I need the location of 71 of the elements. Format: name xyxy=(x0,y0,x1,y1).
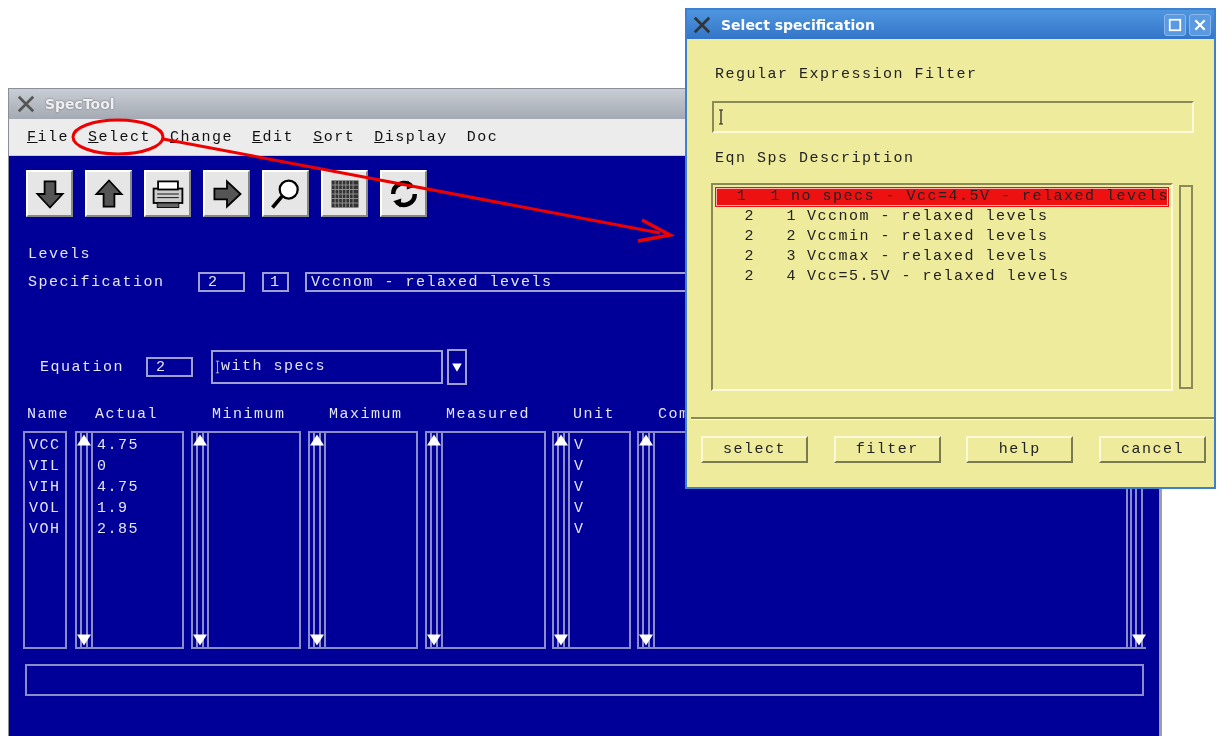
table-cell: 4.75 xyxy=(97,437,139,454)
table-cell: VOH xyxy=(29,521,61,538)
maximize-button[interactable] xyxy=(1164,13,1186,36)
menu-item[interactable]: File xyxy=(27,128,70,146)
table-cell: V xyxy=(574,479,585,496)
table-cell: 0 xyxy=(97,458,108,475)
menu-item[interactable]: Sort xyxy=(313,128,356,146)
scrollbar[interactable] xyxy=(193,433,209,647)
list-row[interactable]: 2 1 Vccnom - relaxed levels xyxy=(715,207,1169,227)
list-row[interactable]: 1 1 no specs - Vcc=4.5V - relaxed levels xyxy=(715,187,1169,207)
scrollbar[interactable] xyxy=(77,433,93,647)
x-logo-icon xyxy=(693,15,711,34)
column-header: Actual xyxy=(95,406,158,423)
column-header: Name xyxy=(27,406,69,423)
equation-field[interactable]: 2 xyxy=(146,357,193,377)
table-cell: VIL xyxy=(29,458,61,475)
equation-combo-field[interactable]: with specs xyxy=(211,350,443,384)
window-title: SpecTool xyxy=(45,96,115,112)
table-cell: VOL xyxy=(29,500,61,517)
filter-input-field[interactable] xyxy=(712,101,1194,133)
caret-icon xyxy=(451,361,463,373)
section-label: Levels xyxy=(28,245,91,265)
spec-field[interactable]: 1 xyxy=(262,272,289,292)
dialog-button[interactable]: cancel xyxy=(1098,436,1206,463)
column-header: Measured xyxy=(446,406,530,423)
grid-button[interactable] xyxy=(321,170,368,217)
x-logo-icon xyxy=(17,95,35,113)
close-button[interactable] xyxy=(1189,13,1211,36)
table-cell: VCC xyxy=(29,437,61,454)
column-header: Unit xyxy=(573,406,615,423)
list-header: Eqn Sps Description xyxy=(715,149,915,169)
table-cell: V xyxy=(574,521,585,538)
scrollbar[interactable] xyxy=(554,433,570,647)
list-row[interactable]: 2 2 Vccmin - relaxed levels xyxy=(715,227,1169,247)
table-cell: 4.75 xyxy=(97,479,139,496)
right-arrow-button[interactable] xyxy=(203,170,250,217)
field-label: Equation xyxy=(40,358,125,376)
table-cell: V xyxy=(574,437,585,454)
text-cursor-icon xyxy=(718,108,724,126)
text-cursor-icon xyxy=(215,359,220,375)
menu-item[interactable]: Doc xyxy=(466,128,499,146)
menu-item[interactable]: Select xyxy=(88,128,152,146)
dialog-button[interactable]: filter xyxy=(833,436,941,463)
equation-field[interactable]: 2 xyxy=(198,272,245,292)
close-icon xyxy=(1193,17,1207,32)
dialog-button[interactable]: select xyxy=(701,436,808,463)
up-arrow-button[interactable] xyxy=(85,170,132,217)
window-title: Select specification xyxy=(721,16,876,33)
scrollbar[interactable] xyxy=(427,433,443,647)
column-header: Minimum xyxy=(212,406,286,423)
filter-label: Regular Expression Filter xyxy=(715,65,978,85)
list-row[interactable]: 2 3 Vccmax - relaxed levels xyxy=(715,247,1169,267)
down-arrow-button[interactable] xyxy=(26,170,73,217)
dialog-button[interactable]: help xyxy=(966,436,1074,463)
field-label: Specification xyxy=(28,273,166,291)
menu-item[interactable]: Edit xyxy=(252,128,295,146)
menu-item[interactable]: Display xyxy=(374,128,448,146)
search-button[interactable] xyxy=(262,170,309,217)
maximize-icon xyxy=(1168,17,1182,32)
table-cell: V xyxy=(574,500,585,517)
refresh-button[interactable] xyxy=(380,170,427,217)
table-cell: VIH xyxy=(29,479,61,496)
printer-button[interactable] xyxy=(144,170,191,217)
table-cell: V xyxy=(574,458,585,475)
dropdown-button[interactable] xyxy=(447,349,467,385)
table-cell: 1.9 xyxy=(97,500,129,517)
table-cell: 2.85 xyxy=(97,521,139,538)
scrollbar[interactable] xyxy=(639,433,655,647)
scrollbar[interactable] xyxy=(310,433,326,647)
scrollbar[interactable] xyxy=(1179,185,1193,389)
column-header: Maximum xyxy=(329,406,403,423)
